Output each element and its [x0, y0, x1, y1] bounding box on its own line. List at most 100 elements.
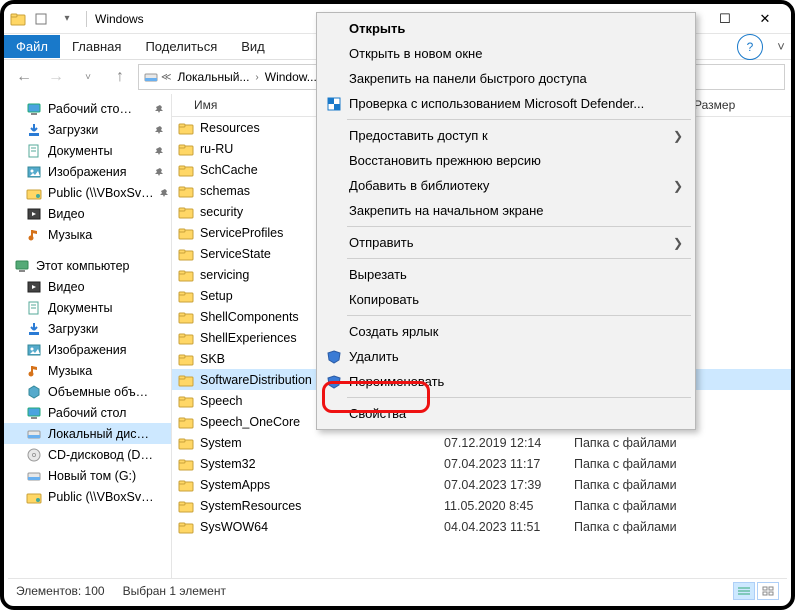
file-row[interactable]: System07.12.2019 12:14Папка с файлами [172, 432, 791, 453]
ctx-open[interactable]: Открыть [319, 16, 693, 41]
sidebar-quick-item[interactable]: Public (\\VBoxSv… [4, 182, 171, 203]
sidebar-pc-item[interactable]: CD-дисковод (D… [4, 444, 171, 465]
sidebar-pc-item[interactable]: Локальный дис… [4, 423, 171, 444]
folder-icon [178, 246, 194, 262]
folder-icon [178, 498, 194, 514]
folder-icon [178, 288, 194, 304]
sidebar-pc-item[interactable]: Объемные объ… [4, 381, 171, 402]
sidebar-pc-item[interactable]: Рабочий стол [4, 402, 171, 423]
ctx-restore[interactable]: Восстановить прежнюю версию [319, 148, 693, 173]
ctx-grant-access[interactable]: Предоставить доступ к❯ [319, 123, 693, 148]
tab-home[interactable]: Главная [60, 35, 133, 58]
file-name: System32 [200, 457, 444, 471]
sidebar-quick-item[interactable]: Видео [4, 203, 171, 224]
file-row[interactable]: SystemResources11.05.2020 8:45Папка с фа… [172, 495, 791, 516]
qat-dropdown[interactable]: ▾ [56, 8, 78, 30]
sidebar-pc-item[interactable]: Public (\\VBoxSv… [4, 486, 171, 507]
sidebar-item-label: Изображения [48, 165, 127, 179]
file-row[interactable]: SystemApps07.04.2023 17:39Папка с файлам… [172, 474, 791, 495]
crumb-1[interactable]: Локальный... [173, 70, 253, 84]
ctx-send[interactable]: Отправить❯ [319, 230, 693, 255]
col-size[interactable]: Размер [694, 98, 791, 112]
chevron-right-icon: ❯ [673, 179, 683, 193]
ctx-cut[interactable]: Вырезать [319, 262, 693, 287]
file-name: SysWOW64 [200, 520, 444, 534]
disk-icon [143, 69, 159, 85]
downloads-icon [26, 321, 42, 337]
help-button[interactable]: ? [737, 34, 763, 60]
disk-icon [26, 426, 42, 442]
sidebar-pc-item[interactable]: Документы [4, 297, 171, 318]
ctx-defender[interactable]: Проверка с использованием Microsoft Defe… [319, 91, 693, 116]
tab-view[interactable]: Вид [229, 35, 277, 58]
ctx-pin-quick[interactable]: Закрепить на панели быстрого доступа [319, 66, 693, 91]
file-date: 11.05.2020 8:45 [444, 499, 574, 513]
folder-icon [178, 225, 194, 241]
sidebar-pc-item[interactable]: Загрузки [4, 318, 171, 339]
desktop-icon [26, 405, 42, 421]
maximize-button[interactable]: ☐ [705, 5, 745, 33]
ctx-rename[interactable]: Переименовать [319, 369, 693, 394]
status-bar: Элементов: 100 Выбран 1 элемент [8, 578, 787, 602]
forward-button[interactable]: → [42, 63, 70, 91]
sidebar-item-label: Загрузки [48, 123, 98, 137]
folder-icon [10, 11, 26, 27]
recent-button[interactable]: ˅ [74, 63, 102, 91]
tab-share[interactable]: Поделиться [133, 35, 229, 58]
ctx-properties[interactable]: Свойства [319, 401, 693, 426]
tab-file[interactable]: Файл [4, 35, 60, 58]
sidebar-quick-item[interactable]: Рабочий сто… [4, 98, 171, 119]
disk-icon [26, 468, 42, 484]
file-date: 04.04.2023 11:51 [444, 520, 574, 534]
sidebar-item-label: Изображения [48, 343, 127, 357]
sidebar-this-pc[interactable]: Этот компьютер [4, 255, 171, 276]
file-type: Папка с файлами [574, 478, 734, 492]
close-button[interactable]: ✕ [745, 5, 785, 33]
ctx-open-new[interactable]: Открыть в новом окне [319, 41, 693, 66]
ctx-pin-start[interactable]: Закрепить на начальном экране [319, 198, 693, 223]
up-button[interactable]: ↑ [106, 63, 134, 91]
file-date: 07.12.2019 12:14 [444, 436, 574, 450]
sidebar-quick-item[interactable]: Музыка [4, 224, 171, 245]
ctx-delete[interactable]: Удалить [319, 344, 693, 369]
sidebar-quick-item[interactable]: Изображения [4, 161, 171, 182]
file-row[interactable]: SysWOW6404.04.2023 11:51Папка с файлами [172, 516, 791, 537]
ctx-copy[interactable]: Копировать [319, 287, 693, 312]
pin-icon [155, 125, 165, 135]
folder-icon [178, 162, 194, 178]
ribbon-expand[interactable]: ˅ [771, 39, 791, 54]
netfolder-icon [26, 185, 42, 201]
sidebar-pc-item[interactable]: Новый том (G:) [4, 465, 171, 486]
back-button[interactable]: ← [10, 63, 38, 91]
view-details[interactable] [733, 582, 755, 600]
cd-icon [26, 447, 42, 463]
sidebar-pc-item[interactable]: Музыка [4, 360, 171, 381]
pin-icon [155, 167, 165, 177]
crumb-2[interactable]: Window... [261, 70, 321, 84]
folder-icon [178, 204, 194, 220]
desktop-icon [26, 101, 42, 117]
file-name: SystemResources [200, 499, 444, 513]
sidebar-item-label: Документы [48, 144, 112, 158]
qat-button[interactable] [30, 8, 52, 30]
sidebar-item-label: Музыка [48, 364, 92, 378]
sidebar-pc-item[interactable]: Изображения [4, 339, 171, 360]
ctx-shortcut[interactable]: Создать ярлык [319, 319, 693, 344]
music-icon [26, 227, 42, 243]
view-icons[interactable] [757, 582, 779, 600]
sidebar-pc-item[interactable]: Видео [4, 276, 171, 297]
sidebar-quick-item[interactable]: Загрузки [4, 119, 171, 140]
ctx-library[interactable]: Добавить в библиотеку❯ [319, 173, 693, 198]
sidebar-item-label: Public (\\VBoxSv… [48, 490, 154, 504]
folder-icon [178, 477, 194, 493]
file-row[interactable]: System3207.04.2023 11:17Папка с файлами [172, 453, 791, 474]
video-icon [26, 206, 42, 222]
sidebar-item-label: Локальный дис… [48, 427, 149, 441]
shield-delete-icon [325, 348, 343, 366]
sidebar-quick-item[interactable]: Документы [4, 140, 171, 161]
file-type: Папка с файлами [574, 457, 734, 471]
file-date: 07.04.2023 11:17 [444, 457, 574, 471]
folder-icon [178, 330, 194, 346]
folder-icon [178, 519, 194, 535]
folder-icon [178, 141, 194, 157]
